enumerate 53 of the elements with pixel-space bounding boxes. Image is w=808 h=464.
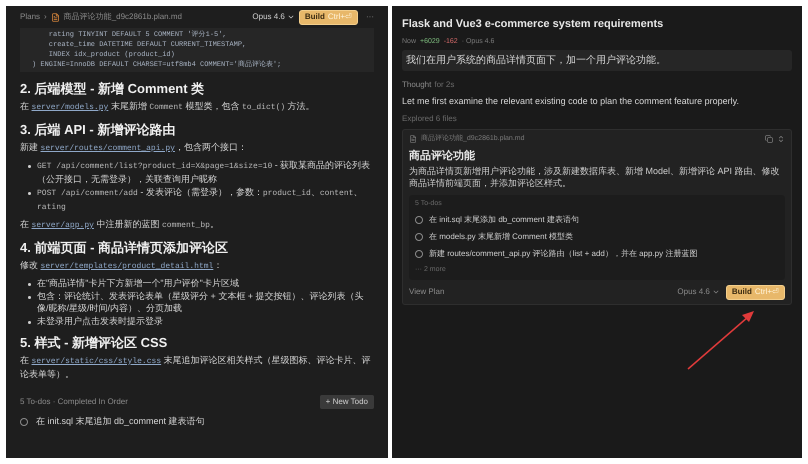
todo-item: 在 init.sql 末尾追加 db_comment 建表语句 bbox=[36, 415, 205, 428]
more-button[interactable]: ··· bbox=[366, 11, 374, 23]
plan-heading: 商品评论功能 bbox=[409, 148, 476, 164]
todo-checkbox[interactable] bbox=[415, 216, 423, 224]
caret-icon bbox=[712, 288, 720, 296]
expand-icon[interactable] bbox=[777, 134, 785, 143]
todo-checkbox[interactable] bbox=[415, 250, 423, 258]
thought-label[interactable]: Thought bbox=[402, 79, 432, 91]
list-item: GET /api/comment/list?product_id=X&page=1&size=10 - 获取某商品的评论列表（公开接口，无需登录），关联查询用户昵称 bbox=[37, 159, 372, 185]
section-heading: 5. 样式 - 新增评论区 CSS bbox=[20, 334, 168, 351]
todo-checkbox[interactable] bbox=[415, 233, 423, 241]
file-link[interactable]: server/static/css/style.css bbox=[32, 357, 162, 366]
file-link[interactable]: server/app.py bbox=[32, 221, 94, 230]
build-button[interactable]: Build Ctrl+⏎ bbox=[298, 10, 358, 24]
list-item: 包含：评论统计、发表评论表单（星级评分 + 文本框 + 提交按钮）、评论列表（头像/昵称/星级/时间/内容）、分页加载 bbox=[37, 290, 365, 314]
bullet-icon bbox=[28, 296, 31, 299]
file-link[interactable]: server/templates/product_detail.html bbox=[40, 262, 214, 271]
paragraph: 在 server/models.py 末尾新增 Comment 模型类，包含 to_dict() 方法。 bbox=[20, 100, 316, 114]
todos-header: 5 To-dos · Completed In Order bbox=[20, 397, 128, 407]
bullet-icon bbox=[28, 192, 31, 195]
model-selector[interactable]: Opus 4.6 bbox=[677, 286, 720, 298]
breadcrumb-separator: › bbox=[44, 11, 47, 23]
paragraph: 在 server/static/css/style.css 末尾追加评论区相关样式（星级图标、评论卡片、评论表单等）。 bbox=[20, 354, 372, 380]
model-selector[interactable]: Opus 4.6 bbox=[252, 11, 295, 23]
breadcrumb-file[interactable]: 商品评论功能_d9c2861b.plan.md bbox=[64, 11, 182, 23]
list-item: 在"商品详情"卡片下方新增一个"用户评价"卡片区域 bbox=[37, 277, 239, 289]
build-button[interactable]: Build Ctrl+⏎ bbox=[726, 284, 785, 300]
list-item: 未登录用户点击发表时提示登录 bbox=[37, 315, 163, 327]
view-plan-button[interactable]: View Plan bbox=[409, 286, 672, 298]
section-heading: 4. 前端页面 - 商品详情页添加评论区 bbox=[20, 239, 230, 256]
section-heading: 3. 后端 API - 新增评论路由 bbox=[20, 121, 176, 138]
bullet-icon bbox=[28, 283, 31, 286]
bullet-icon bbox=[28, 165, 31, 168]
user-message: 我们在用户系统的商品详情页面下，加一个用户评论功能。 bbox=[402, 50, 792, 71]
todo-item: 在 models.py 末尾新增 Comment 模型类 bbox=[429, 231, 574, 243]
todo-item: 新建 routes/comment_api.py 评论路由（list + add），并在 app.py 注册蓝图 bbox=[429, 248, 698, 260]
file-link[interactable]: server/models.py bbox=[32, 103, 108, 112]
chat-title: Flask and Vue3 e-commerce system requirements bbox=[402, 17, 664, 32]
file-icon bbox=[409, 134, 417, 143]
section-heading: 2. 后端模型 - 新增 Comment 类 bbox=[20, 80, 206, 97]
new-todo-button[interactable]: + New Todo bbox=[320, 395, 374, 409]
caret-icon bbox=[286, 13, 295, 21]
file-link[interactable]: server/routes/comment_api.py bbox=[40, 144, 175, 153]
plan-description: 为商品详情页新增用户评论功能，涉及新建数据库表、新增 Model、新增评论 API 路由、修改商品详情前端页面，并添加评论区样式。 bbox=[409, 164, 781, 188]
pointer-arrow bbox=[688, 310, 754, 370]
todo-item: 在 init.sql 末尾添加 db_comment 建表语句 bbox=[429, 214, 579, 226]
bullet-icon bbox=[28, 321, 31, 324]
file-icon bbox=[50, 12, 60, 22]
assistant-reply: Let me first examine the relevant existing code to plan the comment feature properly. bbox=[402, 95, 740, 108]
copy-icon[interactable] bbox=[765, 134, 773, 143]
thought-duration: for 2s bbox=[434, 79, 454, 91]
todo-checkbox[interactable] bbox=[20, 418, 28, 426]
breadcrumb-root[interactable]: Plans bbox=[20, 11, 40, 23]
